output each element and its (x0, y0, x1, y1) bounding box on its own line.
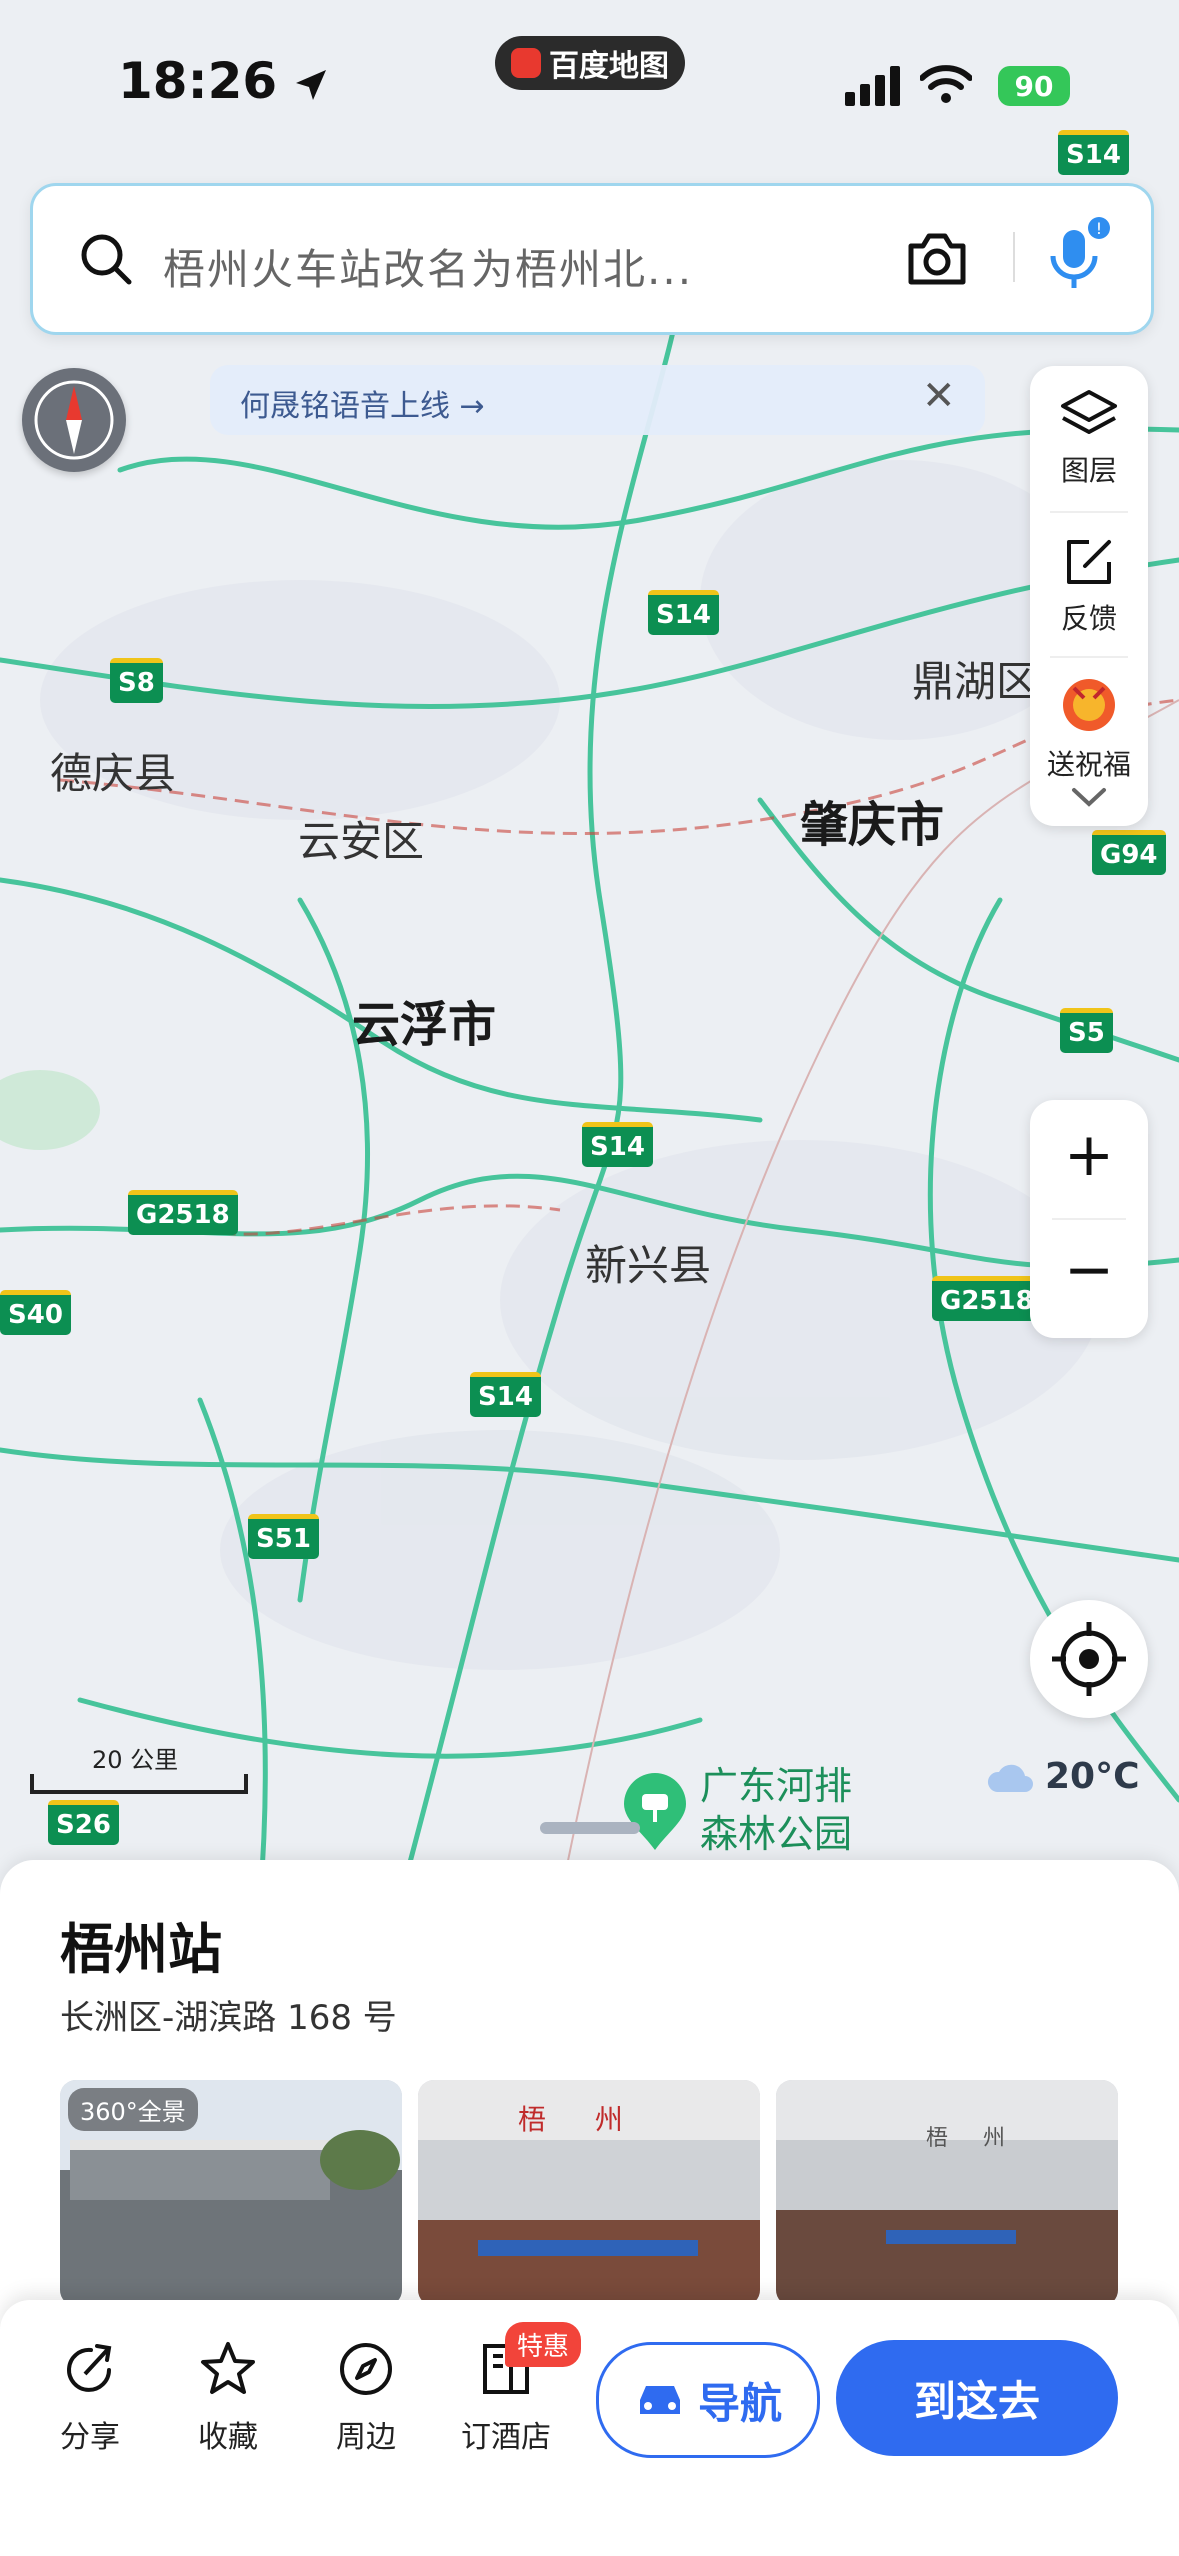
favorite-label: 收藏 (198, 2420, 258, 2455)
poi-label[interactable]: 广东河排森林公园 (700, 1762, 880, 1858)
blessing-icon (1063, 679, 1115, 731)
close-icon[interactable]: ✕ (922, 373, 956, 419)
battery-indicator: 90 (998, 66, 1070, 106)
go-here-label: 到这去 (913, 2376, 1040, 2426)
divider (1050, 656, 1128, 658)
microphone-icon[interactable]: ! (1043, 216, 1113, 296)
status-time: 18:26 (118, 52, 278, 110)
cloud-icon (987, 1764, 1033, 1792)
wifi-icon (920, 65, 972, 103)
search-input[interactable]: 梧州火车站改名为梧州北... (163, 236, 693, 297)
special-offer-badge: 特惠 (505, 2322, 582, 2367)
road-badge: S40 (0, 1290, 71, 1335)
road-badge: G2518 (932, 1276, 1042, 1321)
road-badge: G94 (1092, 830, 1166, 875)
compass-nearby-icon (340, 2343, 392, 2395)
road-badge: S14 (1058, 130, 1129, 175)
feedback-label: 反馈 (1060, 602, 1117, 635)
poi-address: 长洲区-湖滨路 168 号 (60, 1998, 397, 2038)
notice-text[interactable]: 何晟铭语音上线 → (240, 381, 485, 425)
photo-panorama[interactable]: 360°全景 (60, 2080, 402, 2306)
divider (1052, 1218, 1126, 1220)
zoom-out-button[interactable]: − (1030, 1235, 1148, 1305)
app-pill-label: 百度地图 (549, 49, 669, 84)
search-bar[interactable]: 梧州火车站改名为梧州北... ! (30, 183, 1154, 335)
weather-temp[interactable]: 20°C (1045, 1756, 1140, 1797)
search-icon (81, 234, 132, 285)
notice-banner[interactable]: 何晟铭语音上线 → ✕ (210, 365, 985, 435)
scale-bar (30, 1774, 248, 1794)
city-label-zhaoqing[interactable]: 肇庆市 (800, 785, 944, 855)
station-sign: 梧 州 (518, 2103, 643, 2136)
road-badge: S26 (48, 1800, 119, 1845)
blessing-button[interactable]: 送祝福 (1030, 674, 1148, 783)
divider (1050, 511, 1128, 513)
share-button[interactable]: 分享 (30, 2340, 150, 2456)
navigate-button[interactable]: 导航 (596, 2342, 820, 2458)
layers-label: 图层 (1060, 454, 1117, 487)
layers-button[interactable]: 图层 (1030, 386, 1148, 489)
chevron-down-icon[interactable] (1070, 786, 1108, 810)
road-badge: S51 (248, 1514, 319, 1559)
hotel-label: 订酒店 (461, 2420, 551, 2455)
zoom-controls: + − (1030, 1100, 1148, 1338)
share-icon (67, 2344, 112, 2392)
park-pin-icon (624, 1773, 686, 1850)
svg-text:!: ! (1096, 219, 1102, 238)
road-badge: S5 (1060, 1008, 1113, 1053)
go-here-button[interactable]: 到这去 (836, 2340, 1118, 2456)
road-badge: S8 (110, 658, 163, 703)
road-badge: S14 (470, 1372, 541, 1417)
layers-icon (1061, 390, 1117, 434)
map-tools-panel: 图层 反馈 送祝福 (1030, 366, 1148, 826)
road-badge: G2518 (128, 1190, 238, 1235)
photo-station-front[interactable]: 梧 州 (418, 2080, 760, 2306)
edit-icon (1067, 540, 1111, 584)
cellular-signal-icon (845, 66, 900, 106)
panorama-tag: 360°全景 (68, 2088, 198, 2131)
nearby-label: 周边 (336, 2420, 396, 2455)
road-badge: S14 (648, 590, 719, 635)
poi-marker[interactable] (622, 1772, 688, 1856)
poi-title: 梧州站 (60, 1918, 222, 1981)
county-label-deqing[interactable]: 德庆县 (50, 740, 176, 801)
drag-handle[interactable] (540, 1822, 640, 1834)
city-label-yunfu[interactable]: 云浮市 (352, 985, 496, 1055)
search-divider (1013, 232, 1015, 282)
station-sign: 梧 州 (926, 2126, 1019, 2151)
road-badge: S14 (582, 1122, 653, 1167)
baidu-map-logo-icon (511, 48, 541, 78)
county-label-yunan[interactable]: 云安区 (298, 808, 424, 869)
share-label: 分享 (60, 2420, 120, 2455)
app-pill[interactable]: 百度地图 (495, 36, 685, 90)
locate-me-button[interactable] (1030, 1600, 1148, 1718)
compass-button[interactable] (22, 368, 126, 472)
favorite-button[interactable]: 收藏 (168, 2340, 288, 2456)
navigate-label: 导航 (697, 2378, 782, 2428)
zoom-in-button[interactable]: + (1030, 1120, 1148, 1190)
car-icon (639, 2386, 680, 2414)
blessing-label: 送祝福 (1046, 748, 1131, 781)
nearby-button[interactable]: 周边 (306, 2340, 426, 2456)
scale-label: 20 公里 (92, 1746, 179, 1774)
location-arrow-icon (296, 70, 326, 100)
compass-icon (34, 380, 114, 460)
feedback-button[interactable]: 反馈 (1030, 534, 1148, 637)
station-photo-image (776, 2080, 1118, 2306)
county-label-dinghu[interactable]: 鼎湖区 (912, 648, 1038, 709)
crosshair-icon (1052, 1622, 1126, 1696)
photo-station-wide[interactable]: 梧 州 (776, 2080, 1118, 2306)
star-icon (201, 2342, 255, 2394)
county-label-xinxing[interactable]: 新兴县 (585, 1232, 711, 1293)
camera-icon[interactable] (905, 230, 969, 288)
